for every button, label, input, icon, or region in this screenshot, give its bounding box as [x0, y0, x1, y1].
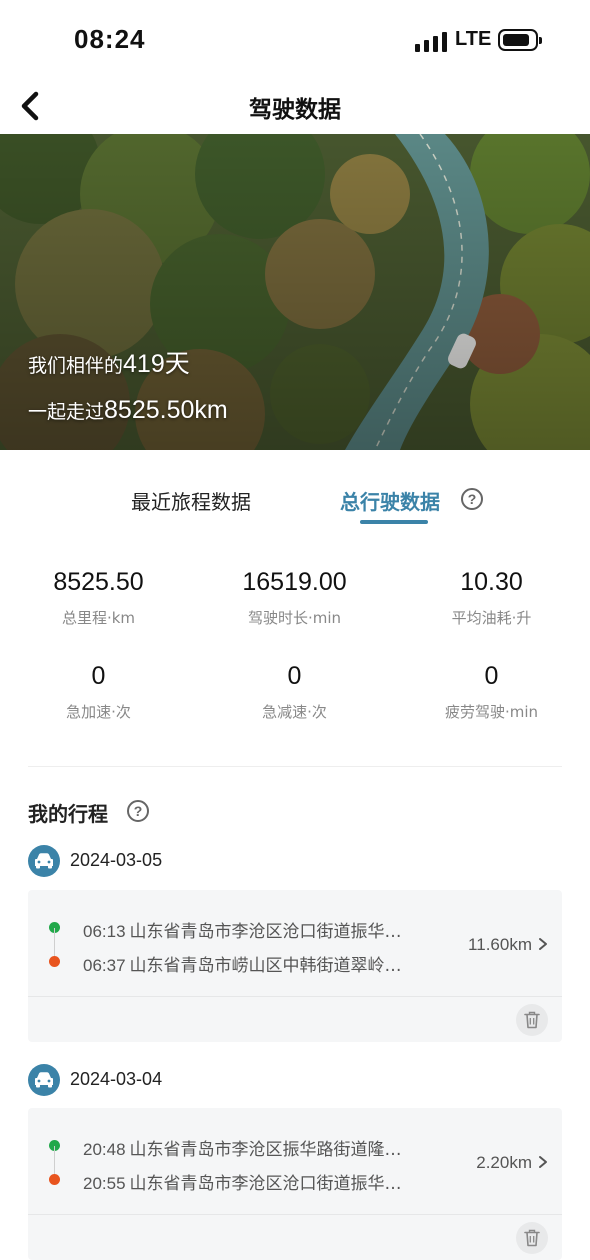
- tab-recent-trip-data[interactable]: 最近旅程数据: [131, 486, 251, 515]
- trip-date-header: 2024-03-04: [28, 1064, 428, 1096]
- end-point-dot: [49, 1174, 60, 1185]
- stat-value: 0: [484, 662, 499, 690]
- start-time: 06:13: [83, 922, 126, 941]
- start-time: 20:48: [83, 1140, 126, 1159]
- stat-label: 疲劳驾驶·min: [444, 703, 539, 721]
- network-type: LTE: [455, 28, 492, 50]
- battery-icon: [498, 29, 542, 51]
- delete-trip-button[interactable]: [516, 1004, 548, 1036]
- stat-avg-fuel: 10.30 平均油耗·升: [393, 568, 590, 628]
- car-icon: [28, 845, 60, 877]
- stat-label: 急加速·次: [66, 703, 131, 721]
- divider: [28, 766, 562, 767]
- delete-trip-button[interactable]: [516, 1222, 548, 1254]
- stat-value: 8525.50: [53, 568, 144, 596]
- car-icon: [28, 1064, 60, 1096]
- days-together-text: 我们相伴的419天: [28, 350, 190, 378]
- stat-rapid-acceleration: 0 急加速·次: [0, 662, 197, 722]
- signal-icon: [415, 30, 447, 52]
- stats-grid: 8525.50 总里程·km 16519.00 驾驶时长·min 10.30 平…: [0, 560, 590, 740]
- trip-end: 20:55 山东省青岛市李沧区沧口街道振华…: [83, 1169, 453, 1194]
- status-time: 08:24: [74, 24, 146, 54]
- start-address: 山东省青岛市李沧区振华路街道隆…: [129, 1140, 402, 1160]
- page-title: 驾驶数据: [249, 97, 341, 123]
- stat-value: 10.30: [460, 568, 523, 596]
- stat-label: 平均油耗·升: [451, 609, 532, 627]
- end-address: 山东省青岛市崂山区中韩街道翠岭…: [129, 956, 402, 976]
- stat-fatigue-driving: 0 疲劳驾驶·min: [393, 662, 590, 722]
- end-address: 山东省青岛市李沧区沧口街道振华…: [129, 1174, 402, 1194]
- status-bar: 08:24 LTE: [0, 0, 590, 78]
- hero-banner: 我们相伴的419天 一起走过8525.50km: [0, 134, 590, 450]
- trip-start: 20:48 山东省青岛市李沧区振华路街道隆…: [83, 1135, 453, 1160]
- trash-icon: [524, 1011, 540, 1029]
- stat-total-mileage: 8525.50 总里程·km: [0, 568, 197, 628]
- stat-value: 0: [91, 662, 106, 690]
- my-trips-title: 我的行程: [28, 802, 108, 826]
- trip-distance: 11.60km: [468, 935, 532, 954]
- stat-label: 急减速·次: [262, 703, 327, 721]
- distance-together-text: 一起走过8525.50km: [28, 396, 228, 424]
- active-tab-indicator: [360, 520, 428, 524]
- end-point-dot: [49, 956, 60, 967]
- chevron-right-icon: [539, 938, 547, 950]
- chevron-right-icon: [539, 1156, 547, 1168]
- start-address: 山东省青岛市李沧区沧口街道振华…: [129, 922, 402, 942]
- trip-card[interactable]: 20:48 山东省青岛市李沧区振华路街道隆… 20:55 山东省青岛市李沧区沧口街道…: [28, 1108, 562, 1260]
- question-mark-icon[interactable]: ?: [461, 488, 483, 510]
- trip-date-header: 2024-03-05: [28, 845, 428, 877]
- nav-bar: 驾驶数据: [0, 78, 590, 134]
- trip-date: 2024-03-04: [70, 1069, 163, 1089]
- trash-icon: [524, 1229, 540, 1247]
- stat-value: 16519.00: [242, 568, 347, 596]
- route-line: [54, 1146, 55, 1177]
- trip-distance: 2.20km: [476, 1153, 532, 1172]
- data-tabs: 最近旅程数据 总行驶数据 ?: [0, 450, 590, 530]
- question-mark-icon[interactable]: ?: [127, 800, 149, 822]
- route-line: [54, 928, 55, 959]
- stat-label: 驾驶时长·min: [247, 609, 342, 627]
- trip-date: 2024-03-05: [70, 850, 163, 870]
- end-time: 06:37: [83, 956, 126, 975]
- stat-driving-time: 16519.00 驾驶时长·min: [196, 568, 393, 628]
- trip-end: 06:37 山东省青岛市崂山区中韩街道翠岭…: [83, 951, 453, 976]
- tab-total-driving-data[interactable]: 总行驶数据: [340, 486, 440, 515]
- trip-start: 06:13 山东省青岛市李沧区沧口街道振华…: [83, 917, 453, 942]
- stat-label: 总里程·km: [61, 609, 136, 627]
- divider: [28, 1214, 562, 1215]
- end-time: 20:55: [83, 1174, 126, 1193]
- divider: [28, 996, 562, 997]
- stat-rapid-deceleration: 0 急减速·次: [196, 662, 393, 722]
- trip-card[interactable]: 06:13 山东省青岛市李沧区沧口街道振华… 06:37 山东省青岛市崂山区中韩街道…: [28, 890, 562, 1042]
- stat-value: 0: [287, 662, 302, 690]
